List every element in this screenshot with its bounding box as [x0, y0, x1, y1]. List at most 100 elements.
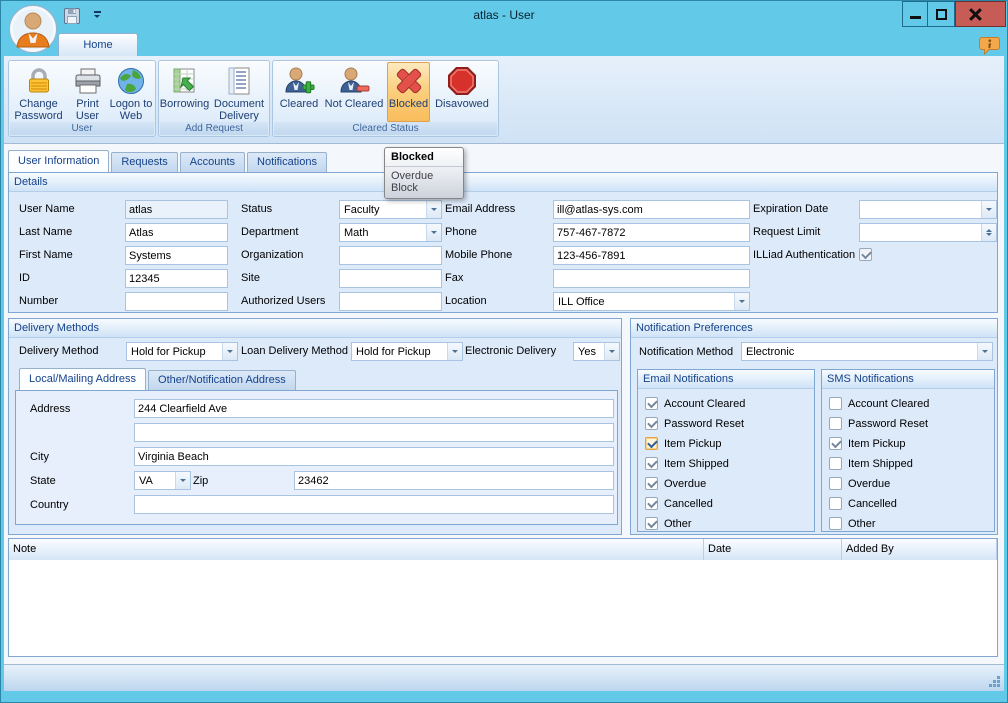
spin-buttons[interactable]	[981, 224, 996, 241]
first-name-label: First Name	[19, 249, 73, 261]
ribbon-button-borrowing[interactable]: Borrowing	[160, 62, 210, 122]
loan-delivery-method-combo[interactable]: Hold for Pickup	[351, 342, 463, 361]
chevron-down-icon[interactable]	[734, 293, 749, 310]
email-checkbox-password-reset[interactable]	[645, 417, 658, 430]
sms-checkbox-cancelled[interactable]	[829, 497, 842, 510]
sms-item-other: Other	[822, 514, 994, 534]
illiad-authentication-checkbox[interactable]	[859, 248, 872, 261]
spin-down-icon[interactable]	[986, 233, 992, 239]
delivery-method-combo[interactable]: Hold for Pickup	[126, 342, 238, 361]
window-title: atlas - User	[473, 8, 535, 22]
expiration-date-combo[interactable]	[859, 200, 997, 219]
location-combo[interactable]: ILL Office	[553, 292, 750, 311]
chevron-down-icon[interactable]	[604, 343, 619, 360]
address-tab-other-notification-address[interactable]: Other/Notification Address	[148, 370, 296, 390]
sms-label-account-cleared: Account Cleared	[848, 398, 930, 410]
ribbon-tab-home[interactable]: Home	[58, 33, 138, 56]
request-limit-spinner[interactable]	[859, 223, 997, 242]
authorized-users-field[interactable]	[339, 292, 442, 311]
sms-checkbox-other[interactable]	[829, 517, 842, 530]
maximize-button[interactable]	[928, 1, 955, 27]
notification-preferences-header: Notification Preferences	[631, 319, 997, 338]
chevron-down-icon[interactable]	[175, 472, 190, 489]
organization-field[interactable]	[339, 246, 442, 265]
email-checkbox-other[interactable]	[645, 517, 658, 530]
number-field[interactable]	[125, 292, 228, 311]
ribbon-button-print-user[interactable]: Print User	[68, 62, 108, 122]
titlebar[interactable]: atlas - User	[0, 0, 1008, 30]
notes-column-added-by[interactable]: Added By	[842, 539, 997, 560]
fax-field[interactable]	[553, 269, 750, 288]
zip-label: Zip	[193, 475, 209, 487]
phone-field[interactable]: 757-467-7872	[553, 223, 750, 242]
chevron-down-icon[interactable]	[426, 201, 441, 218]
email-notifications-header: Email Notifications	[638, 370, 814, 389]
electronic-delivery-combo[interactable]: Yes	[573, 342, 620, 361]
save-button[interactable]	[62, 7, 82, 25]
chevron-down-icon[interactable]	[447, 343, 462, 360]
notes-column-note[interactable]: Note	[9, 539, 704, 560]
sms-label-cancelled: Cancelled	[848, 498, 897, 510]
first-name-field[interactable]: Systems	[125, 246, 228, 265]
ribbon-button-document-delivery[interactable]: Document Delivery	[210, 62, 269, 122]
notes-table-body[interactable]	[10, 560, 996, 655]
ribbon-button-change-password[interactable]: Change Password	[10, 62, 68, 122]
mobile-phone-field[interactable]: 123-456-7891	[553, 246, 750, 265]
email-checkbox-overdue[interactable]	[645, 477, 658, 490]
chevron-down-icon[interactable]	[426, 224, 441, 241]
chevron-down-icon[interactable]	[222, 343, 237, 360]
details-row: User Name atlas Status Faculty Email Address…	[9, 198, 997, 221]
tab-requests[interactable]: Requests	[111, 152, 178, 172]
sms-checkbox-password-reset[interactable]	[829, 417, 842, 430]
status-combo[interactable]: Faculty	[339, 200, 442, 219]
application-button[interactable]	[8, 4, 58, 54]
notes-column-date[interactable]: Date	[704, 539, 842, 560]
zip-field[interactable]: 23462	[294, 471, 614, 490]
chevron-down-icon[interactable]	[981, 201, 996, 218]
email-checkbox-item-pickup[interactable]	[645, 437, 658, 450]
email-checkbox-account-cleared[interactable]	[645, 397, 658, 410]
details-row: First Name Systems Organization Mobile Phon…	[9, 244, 997, 267]
address-tab-local-mailing-address[interactable]: Local/Mailing Address	[19, 368, 147, 390]
state-combo[interactable]: VA	[134, 471, 191, 490]
user-name-field[interactable]: atlas	[125, 200, 228, 219]
city-field[interactable]: Virginia Beach	[134, 447, 614, 466]
address-line1-field[interactable]: 244 Clearfield Ave	[134, 399, 614, 418]
tab-accounts[interactable]: Accounts	[179, 152, 246, 172]
address-line2-field[interactable]	[134, 423, 614, 442]
last-name-label: Last Name	[19, 226, 73, 238]
email-checkbox-item-shipped[interactable]	[645, 457, 658, 470]
ribbon-button-not-cleared[interactable]: Not Cleared	[321, 62, 387, 122]
sms-checkbox-item-pickup[interactable]	[829, 437, 842, 450]
help-button[interactable]	[979, 36, 1001, 56]
id-field[interactable]: 12345	[125, 269, 228, 288]
sms-checkbox-item-shipped[interactable]	[829, 457, 842, 470]
minimize-button[interactable]	[902, 1, 928, 27]
email-address-field[interactable]: ill@atlas-sys.com	[553, 200, 750, 219]
globe-icon	[115, 65, 147, 97]
spin-up-icon[interactable]	[986, 226, 992, 232]
email-checkbox-cancelled[interactable]	[645, 497, 658, 510]
ribbon-button-label: Document Delivery	[213, 98, 265, 122]
department-label: Department	[241, 226, 299, 238]
notification-method-value: Electronic	[746, 346, 795, 358]
tab-notifications[interactable]: Notifications	[247, 152, 327, 172]
sms-checkbox-account-cleared[interactable]	[829, 397, 842, 410]
last-name-field[interactable]: Atlas	[125, 223, 228, 242]
resize-grip[interactable]	[997, 684, 1000, 687]
department-combo[interactable]: Math	[339, 223, 442, 242]
ribbon-button-label: Not Cleared	[324, 98, 384, 110]
ribbon-button-cleared[interactable]: Cleared	[277, 62, 321, 122]
ribbon-button-disavowed[interactable]: Disavowed	[430, 62, 494, 122]
close-button[interactable]	[955, 1, 1006, 27]
notification-method-combo[interactable]: Electronic	[741, 342, 993, 361]
country-field[interactable]	[134, 495, 614, 514]
quick-access-chevron-icon[interactable]	[93, 11, 102, 20]
ribbon-button-blocked[interactable]: Blocked	[387, 62, 430, 122]
sms-checkbox-overdue[interactable]	[829, 477, 842, 490]
site-field[interactable]	[339, 269, 442, 288]
site-label: Site	[241, 272, 260, 284]
tab-user-information[interactable]: User Information	[8, 150, 110, 172]
chevron-down-icon[interactable]	[977, 343, 992, 360]
ribbon-button-logon-to-web[interactable]: Logon to Web	[108, 62, 155, 122]
